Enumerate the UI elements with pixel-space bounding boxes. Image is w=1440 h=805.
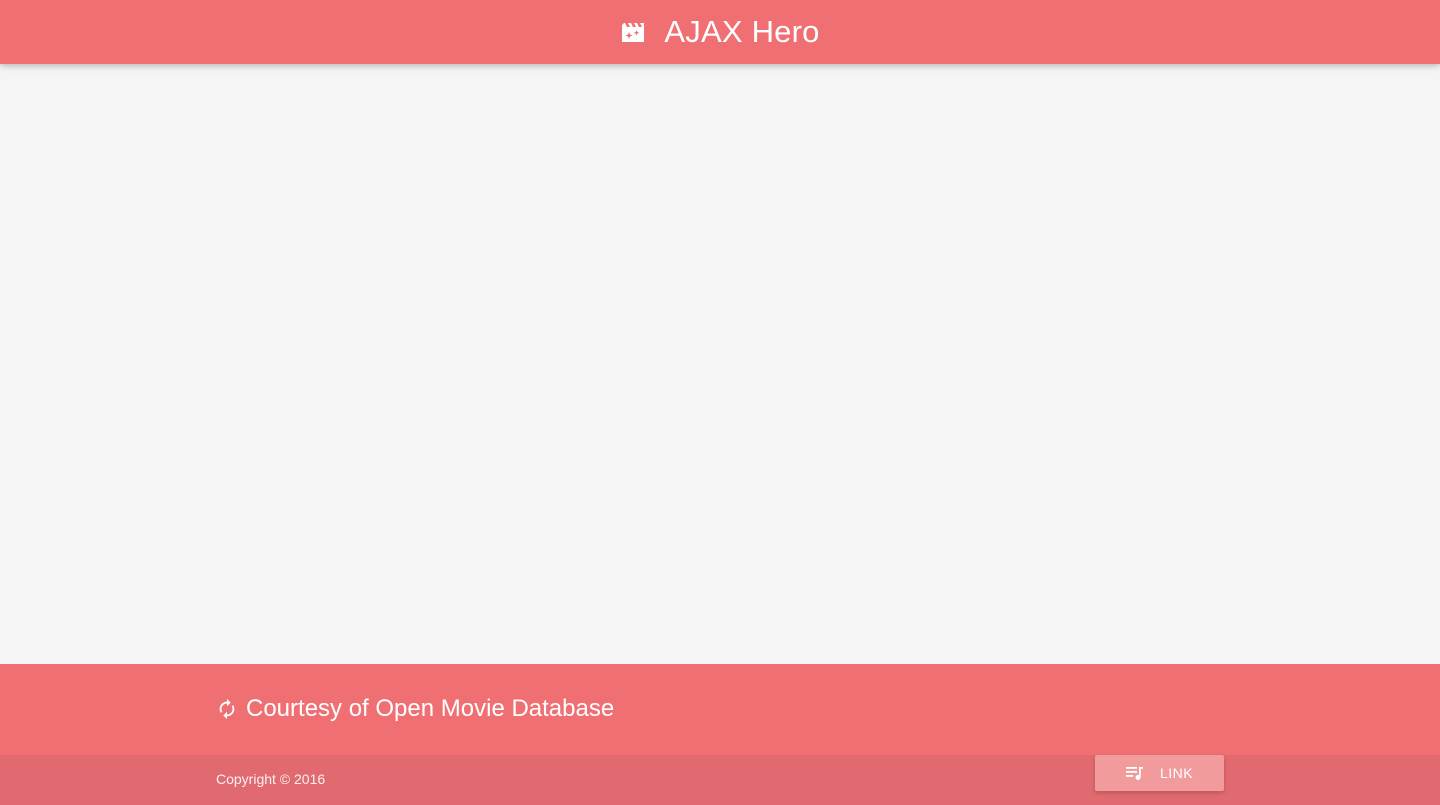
copyright-text: Copyright © 2016 bbox=[216, 771, 326, 787]
page-title: AJAX Hero bbox=[664, 14, 820, 49]
footer-copyright-bar: Copyright © 2016 LINK bbox=[0, 755, 1440, 805]
link-button-label: LINK bbox=[1159, 765, 1194, 781]
courtesy-text: Courtesy of Open Movie Database bbox=[246, 695, 615, 722]
brand-logo-link[interactable]: AJAX Hero bbox=[620, 0, 819, 64]
link-button[interactable]: LINK bbox=[1095, 755, 1224, 791]
queue-music-icon bbox=[1125, 765, 1144, 781]
footer-courtesy: Courtesy of Open Movie Database bbox=[216, 695, 614, 723]
main-content bbox=[0, 64, 1440, 664]
top-navbar: AJAX Hero bbox=[0, 0, 1440, 64]
page-footer: Courtesy of Open Movie Database Copyrigh… bbox=[0, 664, 1440, 805]
refresh-icon bbox=[216, 698, 238, 720]
movie-filter-icon bbox=[620, 20, 646, 44]
